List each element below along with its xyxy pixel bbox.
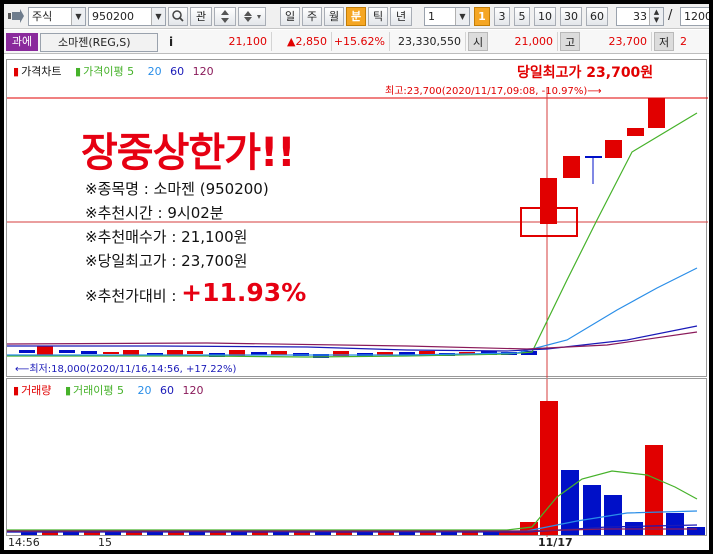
candle — [648, 98, 665, 128]
x-tick-label: 11/17 — [538, 536, 573, 549]
change-percent: +15.62% — [332, 32, 390, 51]
chart-window: 주식 ▼ 950200 ▼ 관 일 주 월 분 틱 년 1 ▼ 1 3 5 10… — [4, 4, 709, 550]
chevron-down-icon[interactable]: ▼ — [71, 8, 85, 25]
period-month-button[interactable]: 월 — [324, 7, 344, 26]
market-type-value: 주식 — [32, 10, 53, 23]
high-label: 고 — [560, 32, 580, 51]
count-value: 33 — [633, 10, 647, 23]
return-label: ※추천가대비 : — [85, 287, 182, 305]
low-label: 저 — [654, 32, 674, 51]
period-day-button[interactable]: 일 — [280, 7, 300, 26]
interval-select[interactable]: 1 ▼ — [424, 7, 470, 26]
x-axis: 14:56 15 11/17 — [6, 536, 707, 550]
link-arrow-icon[interactable] — [8, 9, 24, 23]
stock-name-field[interactable]: 소마젠(REG,S) — [40, 33, 158, 52]
watchlist-button[interactable]: 관 — [190, 7, 212, 26]
low-price: 2 — [680, 35, 687, 48]
open-label: 시 — [468, 32, 488, 51]
stock-name-value: 소마젠(REG,S) — [58, 36, 131, 49]
open-price: 21,000 — [488, 32, 558, 51]
ma60-line — [7, 325, 698, 352]
quote-bar: 과에 소마젠(REG,S) i 21,100 ▲2,850 +15.62% 23… — [4, 30, 709, 54]
favorite-stepper[interactable] — [214, 7, 236, 26]
candle — [167, 350, 183, 355]
period-year-button[interactable]: 년 — [390, 7, 412, 26]
chevron-down-icon[interactable]: ▼ — [151, 8, 165, 25]
candle — [605, 140, 622, 158]
market-badge: 과에 — [6, 33, 38, 51]
headline-text: 장중상한가!! — [81, 130, 295, 176]
count-input[interactable]: 33 ▲ ▼ — [616, 7, 664, 26]
x-tick-label: 14:56 — [8, 536, 40, 549]
candle — [103, 352, 119, 354]
candle — [627, 128, 644, 136]
interval-10-button[interactable]: 10 — [534, 7, 556, 26]
info-line-time: ※추천시간 : 9시02분 — [85, 204, 224, 222]
candle — [81, 351, 97, 354]
interval-5-button[interactable]: 5 — [514, 7, 530, 26]
interval-value: 1 — [428, 10, 435, 23]
high-price-detail: 최고:23,700(2020/11/17,09:08, -10.97%)⟶ — [385, 86, 602, 97]
interval-1-button[interactable]: 1 — [474, 7, 490, 26]
x-tick-label: 15 — [98, 536, 112, 549]
info-line-buy-price: ※추천매수가 : 21,100원 — [85, 228, 248, 246]
high-price-note: 당일최고가 23,700원 — [517, 65, 654, 81]
info-line-day-high: ※당일최고가 : 23,700원 — [85, 252, 248, 270]
low-price-detail: ⟵최저:18,000(2020/11/16,14:56, +17.22%) — [15, 364, 237, 375]
info-line-name: ※종목명 : 소마젠 (950200) — [85, 180, 269, 198]
info-button[interactable]: i — [164, 33, 178, 51]
spin-stepper-icon[interactable]: ▲ ▼ — [649, 8, 663, 25]
search-icon — [172, 10, 184, 22]
interval-30-button[interactable]: 30 — [560, 7, 582, 26]
volume-bar — [666, 513, 684, 535]
candle — [187, 351, 203, 354]
candle — [19, 350, 35, 353]
volume-chart-panel[interactable]: ▮ 거래량 ▮ 거래이평 5 20 60 120 — [6, 378, 707, 537]
search-button[interactable] — [168, 7, 188, 26]
updown-button[interactable] — [238, 7, 266, 26]
toolbar: 주식 ▼ 950200 ▼ 관 일 주 월 분 틱 년 1 ▼ 1 3 5 10… — [4, 4, 709, 29]
candle — [59, 350, 75, 353]
price-chart-panel[interactable]: ▮ 가격차트 ▮ 가격이평 5 20 60 120 당일최고가 23,700원 최고… — [6, 59, 708, 378]
candle — [563, 156, 580, 178]
interval-60-button[interactable]: 60 — [586, 7, 608, 26]
candle — [585, 156, 602, 158]
volume-value: 23,330,550 — [390, 32, 466, 51]
volume-chart-canvas — [7, 379, 705, 537]
high-price: 23,700 — [580, 32, 652, 51]
candle — [540, 178, 557, 224]
period-minute-button[interactable]: 분 — [346, 7, 366, 26]
volume-bar — [561, 470, 579, 535]
chevron-down-icon[interactable]: ▼ — [455, 8, 469, 25]
stock-code-value: 950200 — [92, 10, 134, 23]
return-value: +11.93% — [181, 278, 307, 307]
stock-code-input[interactable]: 950200 ▼ — [88, 7, 166, 26]
info-line-return: ※추천가대비 : +11.93% — [85, 278, 306, 307]
market-type-select[interactable]: 주식 ▼ — [28, 7, 86, 26]
volume-bar — [687, 527, 705, 535]
change-amount: ▲2,850 — [272, 32, 332, 51]
period-tick-button[interactable]: 틱 — [368, 7, 388, 26]
current-price: 21,100 — [182, 32, 272, 51]
interval-3-button[interactable]: 3 — [494, 7, 510, 26]
count-separator: / — [668, 8, 673, 23]
sort-updown-icon — [244, 11, 261, 22]
volume-bar — [645, 445, 663, 535]
period-week-button[interactable]: 주 — [302, 7, 322, 26]
up-down-stepper-icon — [221, 10, 229, 23]
count-total-value: 1200 — [684, 10, 709, 23]
count-total-input[interactable]: 1200 — [680, 7, 709, 26]
